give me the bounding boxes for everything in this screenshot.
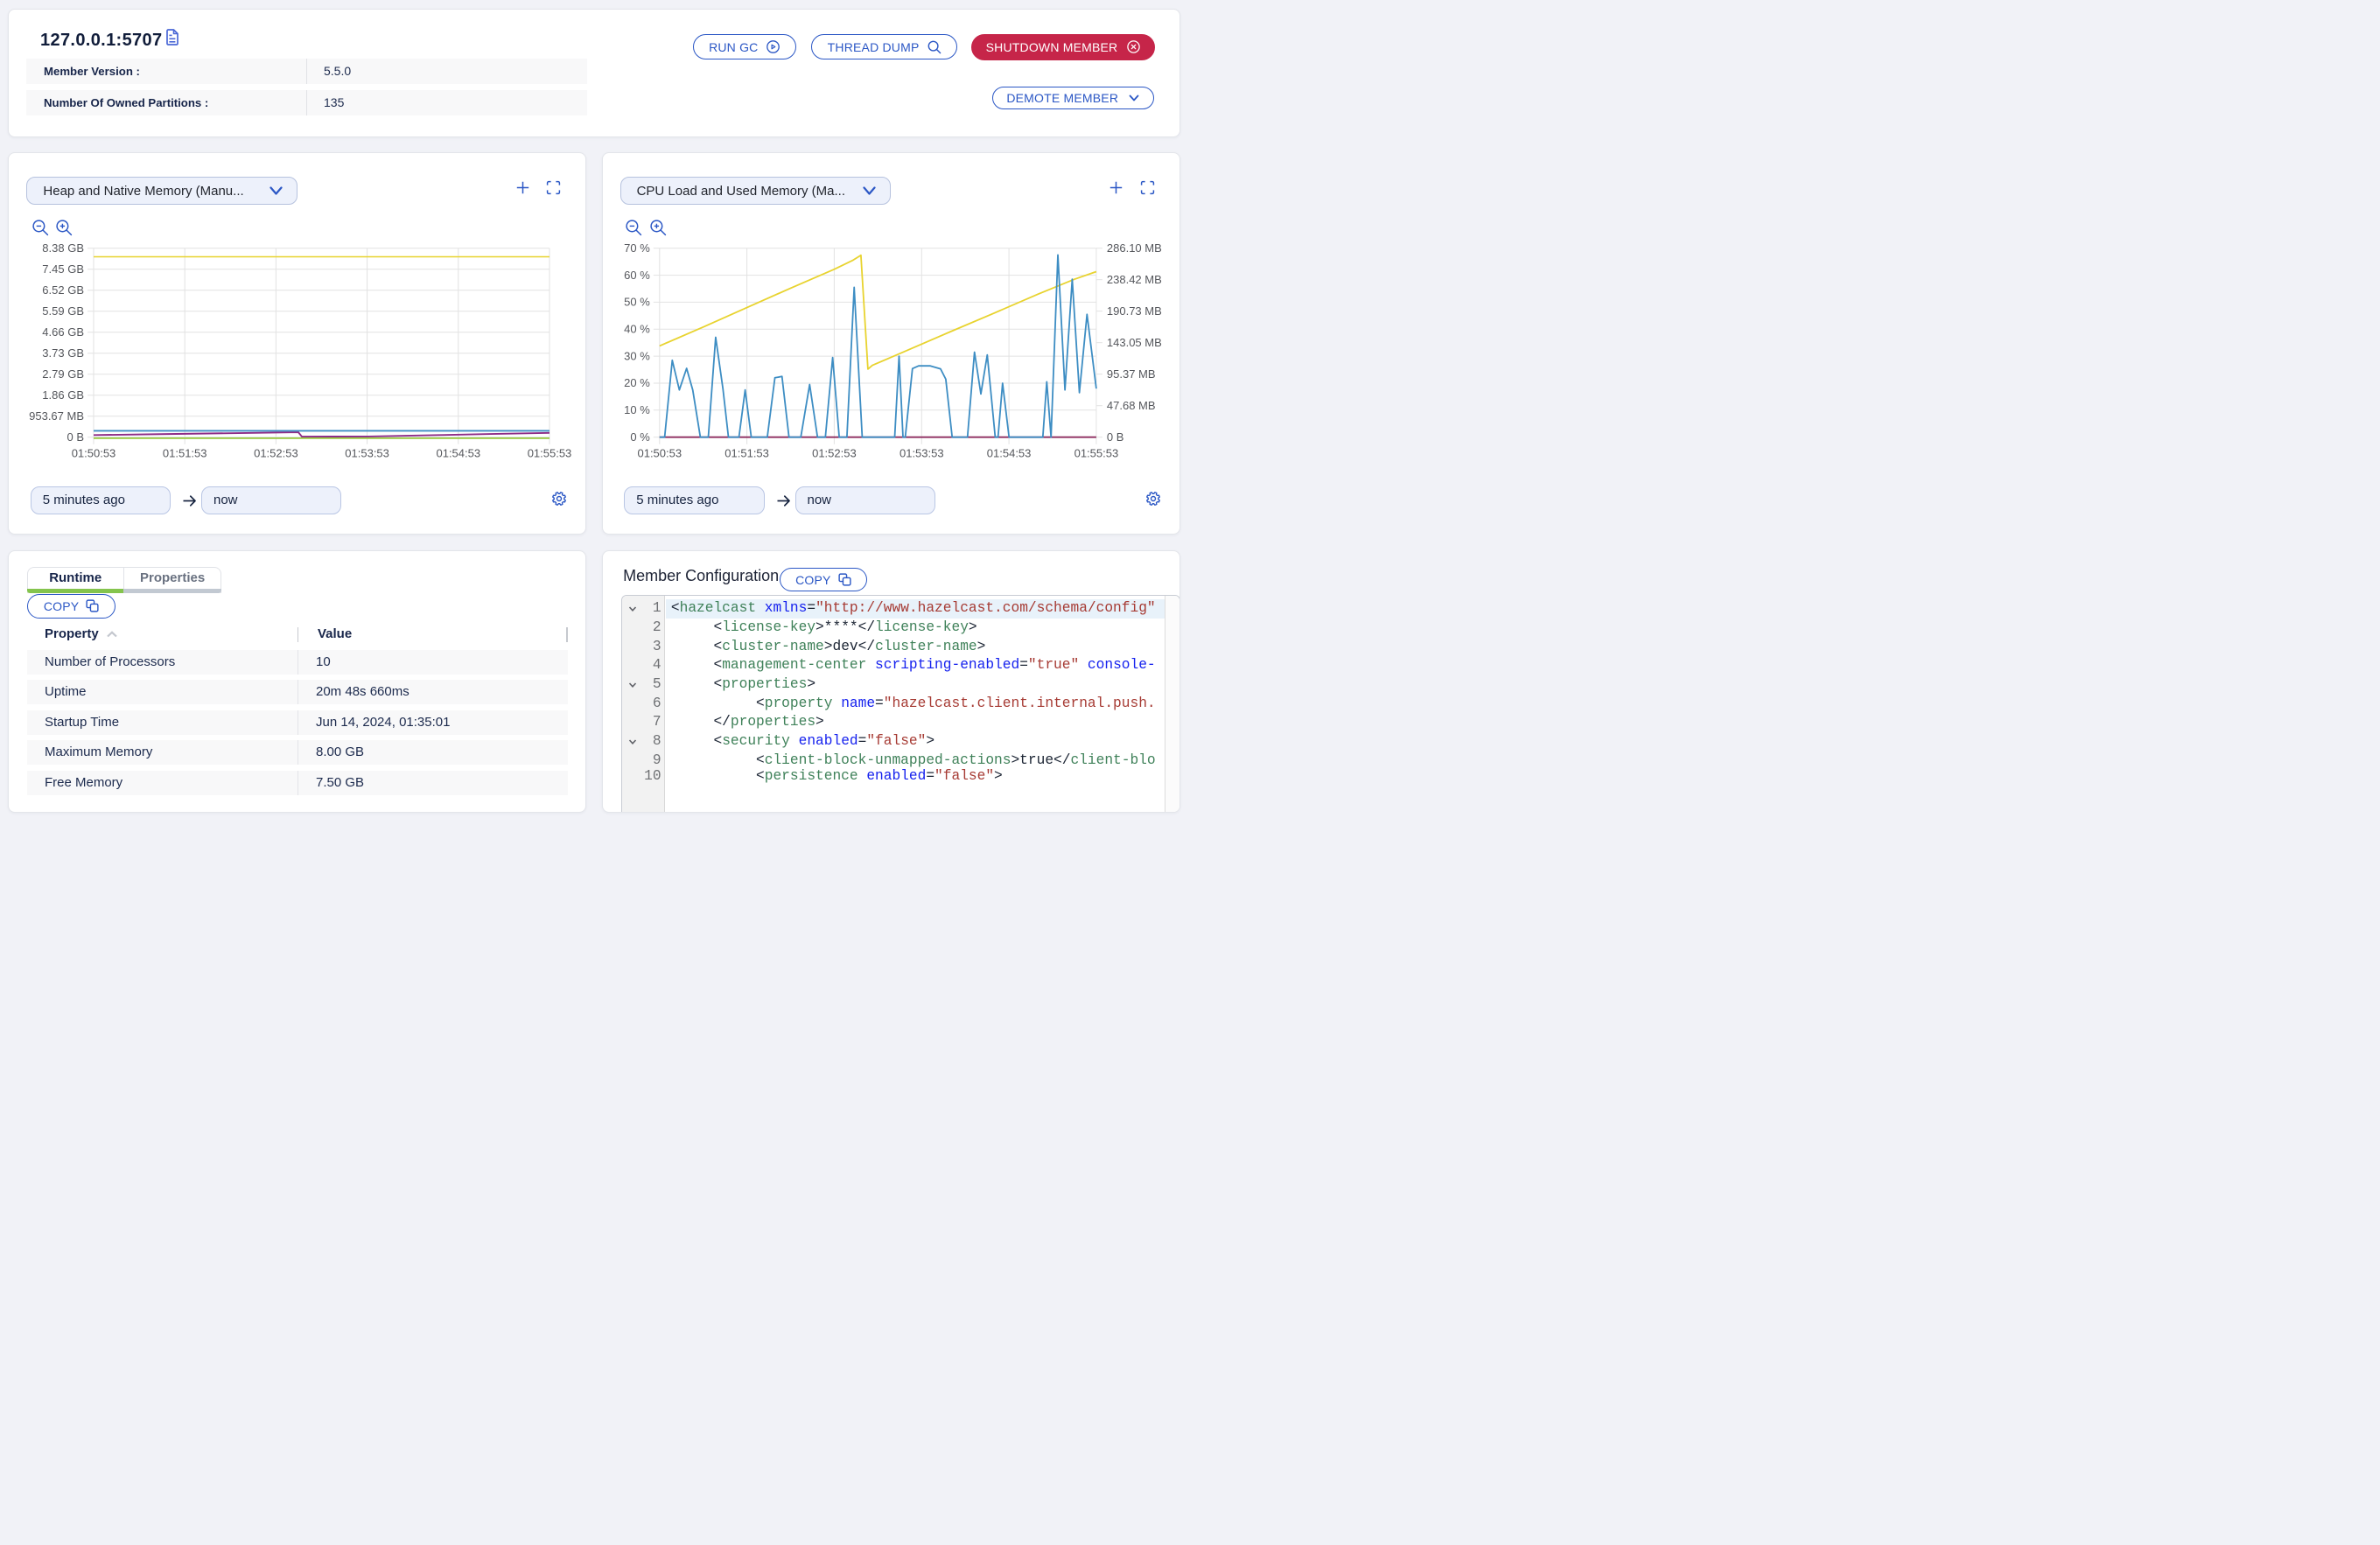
svg-text:01:50:53: 01:50:53 (72, 447, 116, 460)
svg-text:7.45 GB: 7.45 GB (42, 262, 84, 276)
svg-text:01:54:53: 01:54:53 (986, 447, 1031, 460)
svg-text:01:52:53: 01:52:53 (254, 447, 298, 460)
svg-text:5.59 GB: 5.59 GB (42, 304, 84, 318)
svg-text:40 %: 40 % (624, 323, 650, 336)
svg-text:3.73 GB: 3.73 GB (42, 346, 84, 360)
svg-text:2.79 GB: 2.79 GB (42, 367, 84, 381)
svg-text:01:51:53: 01:51:53 (163, 447, 207, 460)
svg-text:50 %: 50 % (624, 296, 650, 309)
svg-text:30 %: 30 % (624, 350, 650, 363)
svg-text:238.42 MB: 238.42 MB (1106, 273, 1161, 286)
svg-text:953.67 MB: 953.67 MB (29, 409, 84, 423)
svg-text:0 B: 0 B (66, 430, 84, 444)
svg-text:20 %: 20 % (624, 376, 650, 389)
svg-text:190.73 MB: 190.73 MB (1106, 304, 1161, 318)
svg-text:01:55:53: 01:55:53 (528, 447, 572, 460)
svg-text:8.38 GB: 8.38 GB (42, 241, 84, 255)
svg-text:0 B: 0 B (1106, 430, 1124, 444)
svg-text:47.68 MB: 47.68 MB (1106, 399, 1155, 412)
svg-text:01:53:53: 01:53:53 (899, 447, 943, 460)
svg-text:10 %: 10 % (624, 403, 650, 416)
svg-text:01:55:53: 01:55:53 (1074, 447, 1118, 460)
svg-text:70 %: 70 % (624, 241, 650, 255)
svg-text:0 %: 0 % (630, 430, 650, 444)
svg-text:01:54:53: 01:54:53 (436, 447, 480, 460)
svg-text:01:53:53: 01:53:53 (345, 447, 389, 460)
svg-text:01:52:53: 01:52:53 (812, 447, 857, 460)
svg-text:95.37 MB: 95.37 MB (1106, 367, 1155, 381)
svg-text:143.05 MB: 143.05 MB (1106, 336, 1161, 349)
svg-text:286.10 MB: 286.10 MB (1106, 241, 1161, 255)
svg-text:01:50:53: 01:50:53 (637, 447, 682, 460)
svg-text:60 %: 60 % (624, 269, 650, 282)
svg-text:01:51:53: 01:51:53 (724, 447, 769, 460)
svg-text:1.86 GB: 1.86 GB (42, 388, 84, 402)
svg-text:4.66 GB: 4.66 GB (42, 325, 84, 339)
svg-text:6.52 GB: 6.52 GB (42, 283, 84, 297)
